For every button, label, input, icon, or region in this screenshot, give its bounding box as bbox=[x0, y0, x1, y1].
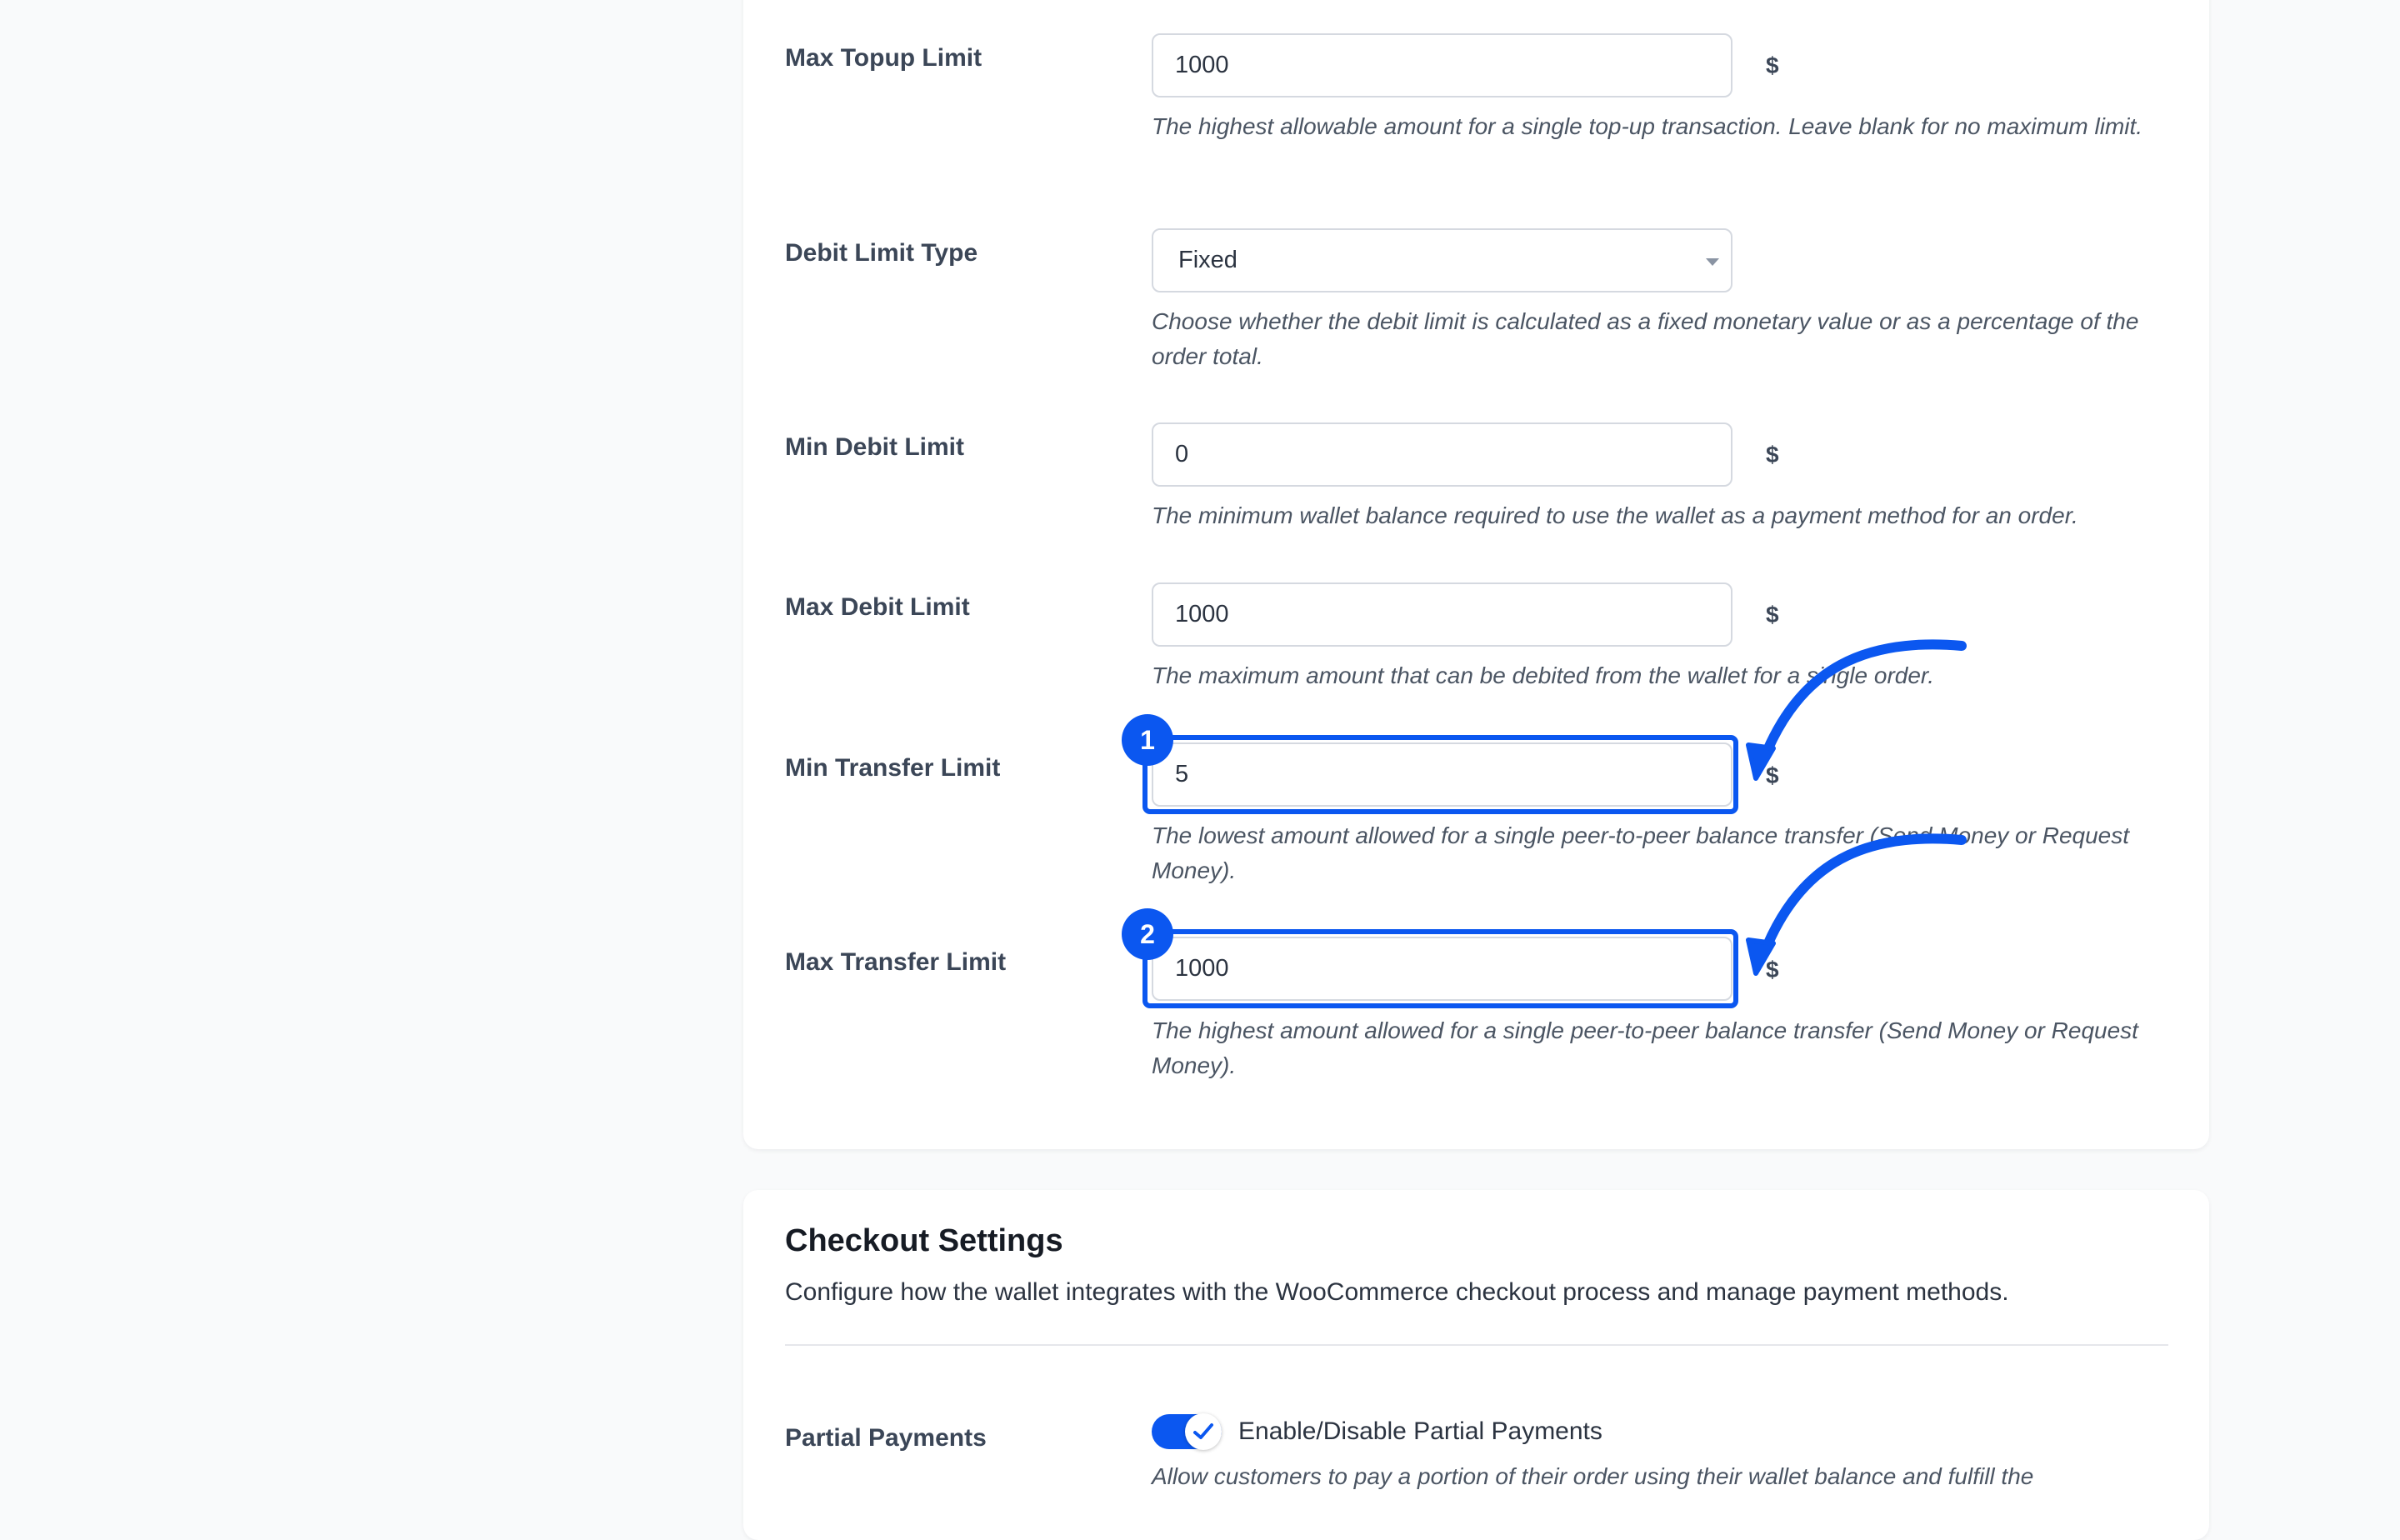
currency-unit: $ bbox=[1766, 762, 1779, 788]
annotation-badge-2: 2 bbox=[1122, 908, 1173, 960]
limits-settings-card: Max Topup Limit $ The highest allowable … bbox=[743, 0, 2209, 1149]
chevron-down-icon bbox=[1706, 258, 1719, 266]
max-transfer-limit-input[interactable] bbox=[1152, 937, 1732, 1001]
debit-limit-type-label: Debit Limit Type bbox=[785, 239, 978, 267]
max-debit-limit-help: The maximum amount that can be debited f… bbox=[1152, 662, 1934, 688]
max-topup-limit-label: Max Topup Limit bbox=[785, 44, 982, 72]
min-debit-limit-label: Min Debit Limit bbox=[785, 433, 964, 461]
debit-limit-type-selected-value: Fixed bbox=[1178, 247, 1238, 273]
debit-limit-type-help: Choose whether the debit limit is calcul… bbox=[1152, 308, 2139, 369]
min-debit-limit-input[interactable] bbox=[1152, 422, 1732, 487]
section-description: Configure how the wallet integrates with… bbox=[785, 1278, 2009, 1306]
partial-payments-label: Partial Payments bbox=[785, 1424, 987, 1452]
min-transfer-limit-help: The lowest amount allowed for a single p… bbox=[1152, 822, 2130, 883]
max-debit-limit-label: Max Debit Limit bbox=[785, 593, 970, 621]
partial-payments-toggle[interactable] bbox=[1152, 1413, 1222, 1450]
annotation-badge-1: 1 bbox=[1122, 714, 1173, 766]
currency-unit: $ bbox=[1766, 602, 1779, 628]
partial-payments-help: Allow customers to pay a portion of thei… bbox=[1152, 1463, 2034, 1489]
check-icon bbox=[1193, 1423, 1213, 1439]
checkout-settings-card: Checkout Settings Configure how the wall… bbox=[743, 1190, 2209, 1540]
section-title: Checkout Settings bbox=[785, 1223, 1063, 1258]
min-transfer-limit-input[interactable] bbox=[1152, 742, 1732, 807]
max-topup-limit-input[interactable] bbox=[1152, 33, 1732, 98]
currency-unit: $ bbox=[1766, 442, 1779, 468]
partial-payments-toggle-label: Enable/Disable Partial Payments bbox=[1238, 1418, 1602, 1445]
min-transfer-limit-label: Min Transfer Limit bbox=[785, 754, 1001, 782]
debit-limit-type-select[interactable]: Fixed bbox=[1152, 228, 1732, 292]
max-transfer-limit-help: The highest amount allowed for a single … bbox=[1152, 1018, 2138, 1078]
max-debit-limit-input[interactable] bbox=[1152, 582, 1732, 647]
currency-unit: $ bbox=[1766, 52, 1779, 78]
currency-unit: $ bbox=[1766, 957, 1779, 982]
max-topup-limit-help: The highest allowable amount for a singl… bbox=[1152, 113, 2143, 139]
max-transfer-limit-label: Max Transfer Limit bbox=[785, 948, 1007, 976]
divider bbox=[785, 1344, 2168, 1346]
toggle-knob bbox=[1185, 1413, 1222, 1450]
min-debit-limit-help: The minimum wallet balance required to u… bbox=[1152, 502, 2078, 528]
